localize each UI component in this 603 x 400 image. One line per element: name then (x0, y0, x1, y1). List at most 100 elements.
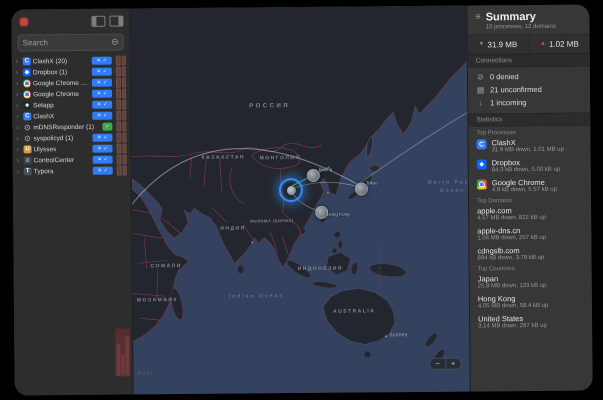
upload-total: ▲ 1.02 MB (529, 34, 590, 53)
process-row[interactable]: › syspolicyd (1) ✕✓ (16, 133, 126, 144)
deny-allow-buttons[interactable]: ✕✓ (92, 134, 112, 142)
download-total: ▼ 31.9 MB (468, 35, 530, 54)
deny-allow-buttons[interactable]: ✕✓ (92, 90, 112, 98)
top-process-entry[interactable]: Dropbox 84.3 kB down, 5.00 kB up (477, 158, 583, 175)
chevron-right-icon[interactable]: › (17, 146, 22, 153)
connection-status-label: 1 incoming (490, 98, 526, 107)
top-country-detail: 3.14 MB down, 267 kB up (478, 323, 547, 331)
chevron-right-icon[interactable]: › (16, 102, 21, 109)
process-label: Google Chrome via SL… (3) (33, 79, 90, 86)
toggle-right-panel-icon[interactable] (109, 15, 123, 26)
top-process-entry[interactable]: ClashX 31.9 MB down, 1.01 MB up (476, 138, 582, 155)
process-row[interactable]: › mDNSResponder (1) ✕✓ (16, 122, 126, 133)
process-label: mDNSResponder (1) (33, 123, 100, 131)
top-process-detail: 4.9 kB down, 5.57 kB up (492, 187, 557, 195)
top-domain-entry[interactable]: apple.com 4.57 MB down, 822 kB up (477, 206, 583, 223)
connection-status-row[interactable]: 0 denied (476, 70, 582, 84)
process-icon (23, 123, 31, 131)
deny-allow-buttons[interactable]: ✕✓ (92, 101, 112, 109)
filter-icon[interactable]: ⊖ (111, 38, 119, 47)
process-label: Ulysses (34, 145, 91, 152)
node-label-hong-kong: Hong Kong (327, 212, 350, 217)
top-country-detail: 25.8 MB down, 133 kB up (478, 283, 547, 291)
map-label-north-pacific-2: Ocean (440, 188, 465, 194)
top-domain-entry[interactable]: cdngslb.com 894 kB down, 3.79 kB up (477, 246, 583, 263)
selected-location-node[interactable] (279, 178, 303, 202)
deny-allow-buttons[interactable]: ✕✓ (93, 145, 113, 153)
top-process-icon (477, 159, 487, 169)
connection-status-icon (476, 98, 485, 107)
process-row[interactable]: › Ulysses ✕✓ (17, 144, 127, 155)
map-label-mozambique: МОЗАМБИК (137, 297, 178, 303)
menu-icon[interactable]: ≡ (475, 12, 480, 21)
chevron-right-icon[interactable]: › (16, 91, 21, 98)
traffic-meter-bars (116, 89, 126, 99)
top-domain-detail: 1.04 MB down, 257 kB up (477, 235, 546, 243)
process-label: Typora (34, 167, 91, 174)
map-label-myanmar: МЬЯНМА (БИРМА) (250, 218, 293, 223)
top-domain-entry[interactable]: apple-dns.cn 1.04 MB down, 257 kB up (477, 226, 583, 243)
top-country-entry[interactable]: United States 3.14 MB down, 267 kB up (478, 314, 584, 331)
process-row[interactable]: › ClashX ✕✓ (16, 111, 126, 122)
deny-allow-buttons[interactable]: ✕✓ (93, 167, 113, 175)
chevron-right-icon[interactable]: › (16, 113, 21, 120)
process-row[interactable]: › Google Chrome ✕✓ (16, 89, 126, 100)
deny-allow-buttons[interactable]: ✕✓ (93, 156, 113, 164)
process-list[interactable]: › ClashX (20) ✕✓ › Dropbox (1) ✕✓ (12, 54, 131, 177)
top-process-entry[interactable]: Google Chrome 4.9 kB down, 5.57 kB up (477, 178, 583, 195)
top-processes-group: Top Processes ClashX 31.9 MB down, 1.01 … (468, 125, 592, 337)
process-row[interactable]: › Dropbox (1) ✕✓ (16, 67, 126, 78)
deny-allow-buttons[interactable]: ✕✓ (92, 57, 112, 65)
map-label-indonesia: ИНДОНЕЗИЯ (298, 266, 343, 272)
search-placeholder: Search (23, 38, 109, 48)
toggle-left-panel-icon[interactable] (91, 15, 105, 26)
summary-subtitle: 10 processes, 12 domains (486, 24, 556, 31)
process-icon (23, 134, 31, 142)
process-icon (24, 167, 32, 175)
process-row[interactable]: › Setapp ✕✓ (16, 100, 126, 111)
chevron-right-icon[interactable]: › (17, 157, 22, 164)
zoom-out-button[interactable]: − (430, 359, 446, 369)
map-label-mongolia: МОНГОЛИЯ (260, 155, 301, 161)
chevron-right-icon[interactable]: › (16, 124, 21, 131)
zoom-in-button[interactable]: + (446, 359, 461, 369)
top-domains-label: Top Domains (477, 198, 583, 205)
traffic-meter-bars (116, 111, 126, 121)
deny-allow-buttons[interactable]: ✕✓ (92, 79, 112, 87)
connection-status-row[interactable]: 1 incoming (476, 96, 582, 110)
connection-node-hong-kong[interactable] (315, 205, 328, 218)
process-row[interactable]: › Google Chrome via SL… (3) ✕✓ (16, 78, 126, 89)
top-domains-list: apple.com 4.57 MB down, 822 kB up apple-… (477, 206, 583, 263)
map-label-indian-ocean: Indian Ocean (229, 293, 284, 299)
process-icon (23, 57, 31, 65)
top-country-entry[interactable]: Hong Kong 4.05 MB down, 58.4 kB up (478, 294, 584, 311)
node-label-tokyo: Tokyo (366, 180, 378, 185)
connections-list: 0 denied 21 unconfirmed 1 incoming (468, 66, 590, 113)
connection-status-row[interactable]: 21 unconfirmed (476, 83, 582, 97)
map-attribution: Maps (137, 370, 153, 376)
map-label-sydney: Sydney (389, 332, 408, 338)
deny-allow-buttons[interactable]: ✕✓ (92, 68, 112, 76)
chevron-right-icon[interactable]: › (16, 80, 21, 87)
map-label-kazakhstan: КАЗАХСТАН (202, 154, 246, 160)
chevron-right-icon[interactable]: › (17, 168, 22, 175)
top-country-entry[interactable]: Japan 25.8 MB down, 133 kB up (478, 274, 584, 291)
world-map[interactable]: РОССИЯ КАЗАХСТАН МОНГОЛИЯ ИНДИЯ МЬЯНМА (… (130, 6, 469, 395)
process-row[interactable]: › ControlCenter ✕✓ (17, 155, 127, 166)
connection-node-beijing[interactable] (306, 168, 319, 181)
traffic-meter-bars (116, 56, 126, 66)
process-row[interactable]: › Typora ✕✓ (17, 166, 127, 177)
deny-allow-buttons[interactable]: ✕✓ (102, 123, 112, 131)
process-icon (24, 145, 32, 153)
chevron-right-icon[interactable]: › (16, 69, 21, 76)
top-countries-label: Top Countries (478, 266, 584, 273)
connection-status-label: 0 denied (490, 72, 519, 81)
process-row[interactable]: › ClashX (20) ✕✓ (16, 56, 126, 67)
chevron-right-icon[interactable]: › (16, 135, 21, 142)
chevron-right-icon[interactable]: › (16, 58, 21, 65)
search-input[interactable]: Search ⊖ (18, 34, 124, 52)
traffic-totals: ▼ 31.9 MB ▲ 1.02 MB (468, 34, 590, 54)
traffic-meter-bars (116, 78, 126, 88)
deny-allow-buttons[interactable]: ✕✓ (92, 112, 112, 120)
process-icon (23, 68, 31, 76)
